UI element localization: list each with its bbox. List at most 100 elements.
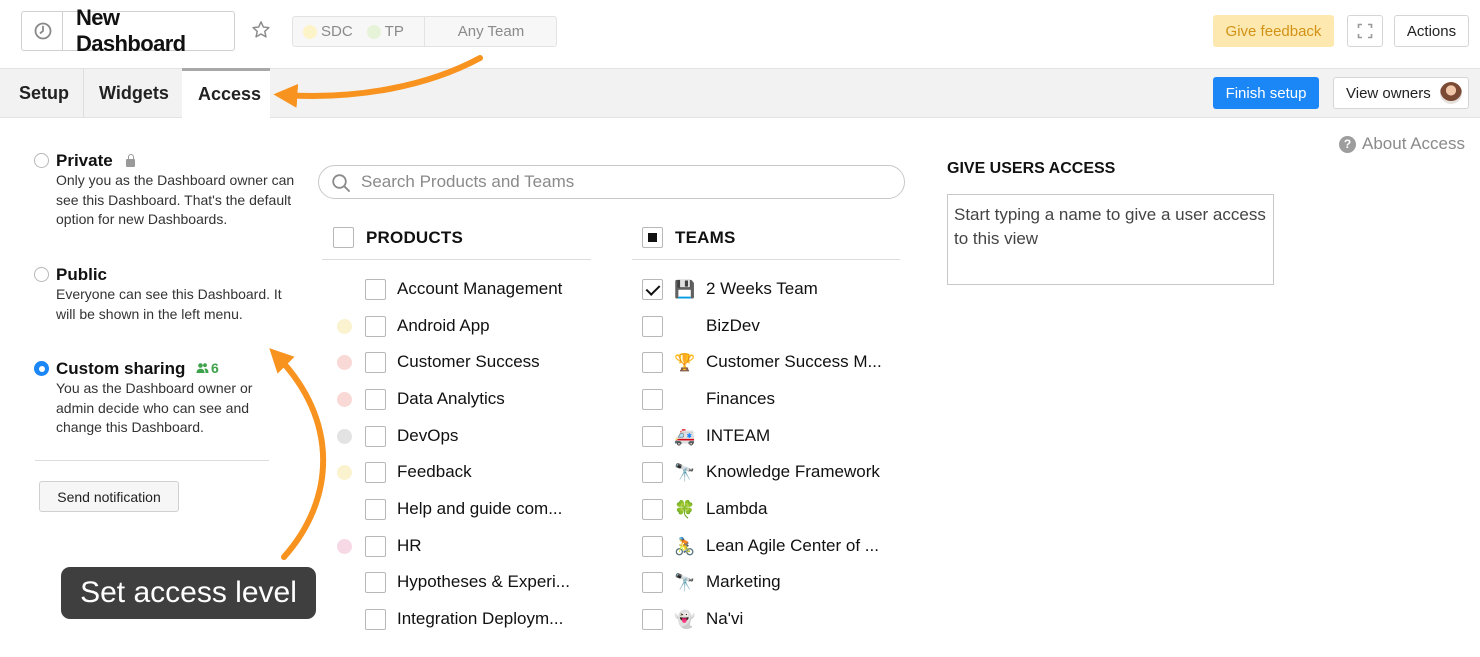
product-item-integration-deployment[interactable]: Integration Deploym... <box>330 608 590 632</box>
floppy-disk-icon: 💾 <box>674 280 696 300</box>
view-owners-button[interactable]: View owners <box>1333 77 1469 109</box>
expand-icon <box>1357 23 1373 39</box>
tag-label: TP <box>384 23 404 40</box>
four-leaf-clover-icon: 🍀 <box>674 500 696 520</box>
product-item-account-management[interactable]: Account Management <box>330 278 590 302</box>
product-checkbox[interactable] <box>365 316 386 337</box>
private-radio[interactable] <box>34 153 49 168</box>
team-checkbox[interactable] <box>642 572 663 593</box>
tab-bar: Setup Widgets Access Finish setup View o… <box>0 68 1480 118</box>
products-select-all-checkbox[interactable] <box>333 227 354 248</box>
dashboard-tags[interactable]: SDC TP Any Team <box>292 16 557 47</box>
custom-sharing-radio[interactable] <box>34 361 49 376</box>
teams-header-divider <box>632 259 900 260</box>
team-checkbox[interactable] <box>642 462 663 483</box>
product-color-dot <box>337 429 352 444</box>
team-selector[interactable]: Any Team <box>424 17 557 46</box>
custom-sharing-description: You as the Dashboard owner or admin deci… <box>56 380 253 436</box>
about-access-link[interactable]: ? About Access <box>1339 134 1465 154</box>
product-color-dot <box>337 465 352 480</box>
finish-setup-button[interactable]: Finish setup <box>1213 77 1319 109</box>
product-item-hr[interactable]: HR <box>330 535 590 559</box>
fullscreen-button[interactable] <box>1347 15 1383 47</box>
team-item-finances[interactable]: Finances <box>642 388 900 412</box>
team-label: Customer Success M... <box>706 352 882 371</box>
product-item-hypotheses[interactable]: Hypotheses & Experi... <box>330 571 590 595</box>
product-checkbox[interactable] <box>365 279 386 300</box>
give-feedback-button[interactable]: Give feedback <box>1213 15 1334 47</box>
product-label: Hypotheses & Experi... <box>397 572 570 591</box>
products-header: PRODUCTS <box>366 228 463 247</box>
custom-sharing-title[interactable]: Custom sharing <box>56 359 185 379</box>
team-checkbox[interactable] <box>642 279 663 300</box>
cyclist-icon: 🚴 <box>674 537 696 557</box>
product-item-customer-success[interactable]: Customer Success <box>330 351 590 375</box>
team-item-customer-success-m[interactable]: 🏆 Customer Success M... <box>642 351 900 375</box>
team-item-navi[interactable]: 👻 Na'vi <box>642 608 900 632</box>
send-notification-button[interactable]: Send notification <box>39 481 179 512</box>
product-item-data-analytics[interactable]: Data Analytics <box>330 388 590 412</box>
product-color-dot <box>337 392 352 407</box>
team-checkbox[interactable] <box>642 352 663 373</box>
product-label: Data Analytics <box>397 389 505 408</box>
team-label: BizDev <box>706 316 760 335</box>
product-color-dot <box>337 355 352 370</box>
team-label: Lambda <box>706 499 768 518</box>
teams-select-all-checkbox[interactable] <box>642 227 663 248</box>
tab-setup[interactable]: Setup <box>0 69 83 118</box>
private-title[interactable]: Private <box>56 151 113 171</box>
actions-button[interactable]: Actions <box>1394 15 1469 47</box>
team-item-knowledge-framework[interactable]: 🔭 Knowledge Framework <box>642 461 900 485</box>
ambulance-icon: 🚑 <box>674 427 696 447</box>
tag-sdc[interactable]: SDC <box>303 23 353 40</box>
team-item-2-weeks-team[interactable]: 💾 2 Weeks Team <box>642 278 900 302</box>
search-placeholder: Search Products and Teams <box>361 172 575 191</box>
star-icon[interactable] <box>249 18 273 42</box>
product-item-devops[interactable]: DevOps <box>330 425 590 449</box>
product-checkbox[interactable] <box>365 462 386 483</box>
telescope-icon: 🔭 <box>674 463 696 483</box>
set-access-level-callout: Set access level <box>61 567 316 619</box>
product-checkbox[interactable] <box>365 536 386 557</box>
tag-tp[interactable]: TP <box>366 23 404 40</box>
product-checkbox[interactable] <box>365 426 386 447</box>
product-color-dot <box>337 319 352 334</box>
team-checkbox[interactable] <box>642 389 663 410</box>
user-access-input[interactable]: Start typing a name to give a user acces… <box>947 194 1274 285</box>
team-checkbox[interactable] <box>642 316 663 337</box>
team-checkbox[interactable] <box>642 499 663 520</box>
team-item-lambda[interactable]: 🍀 Lambda <box>642 498 900 522</box>
search-icon <box>332 174 350 192</box>
dashboard-title[interactable]: New Dashboard <box>62 5 235 56</box>
team-checkbox[interactable] <box>642 609 663 630</box>
team-checkbox[interactable] <box>642 536 663 557</box>
team-item-lean-agile-center[interactable]: 🚴 Lean Agile Center of ... <box>642 535 900 559</box>
team-label: Na'vi <box>706 609 744 628</box>
tab-widgets[interactable]: Widgets <box>84 69 182 118</box>
team-item-inteam[interactable]: 🚑 INTEAM <box>642 425 900 449</box>
search-input[interactable]: Search Products and Teams <box>318 165 905 199</box>
team-item-marketing[interactable]: 🔭 Marketing <box>642 571 900 595</box>
product-checkbox[interactable] <box>365 572 386 593</box>
dashboard-icon-button[interactable] <box>21 11 63 51</box>
tab-access[interactable]: Access <box>182 68 270 118</box>
product-item-feedback[interactable]: Feedback <box>330 461 590 485</box>
product-checkbox[interactable] <box>365 499 386 520</box>
product-item-android-app[interactable]: Android App <box>330 315 590 339</box>
product-checkbox[interactable] <box>365 389 386 410</box>
ghost-icon: 👻 <box>674 610 696 630</box>
users-icon <box>196 363 209 373</box>
team-checkbox[interactable] <box>642 426 663 447</box>
team-label: Finances <box>706 389 775 408</box>
about-access-label: About Access <box>1362 134 1466 153</box>
product-label: Account Management <box>397 279 563 298</box>
public-title[interactable]: Public <box>56 265 107 285</box>
public-radio[interactable] <box>34 267 49 282</box>
product-label: HR <box>397 536 422 555</box>
product-checkbox[interactable] <box>365 609 386 630</box>
lock-icon <box>126 154 135 167</box>
product-checkbox[interactable] <box>365 352 386 373</box>
product-item-help-and-guide[interactable]: Help and guide com... <box>330 498 590 522</box>
team-item-bizdev[interactable]: BizDev <box>642 315 900 339</box>
team-label: 2 Weeks Team <box>706 279 818 298</box>
